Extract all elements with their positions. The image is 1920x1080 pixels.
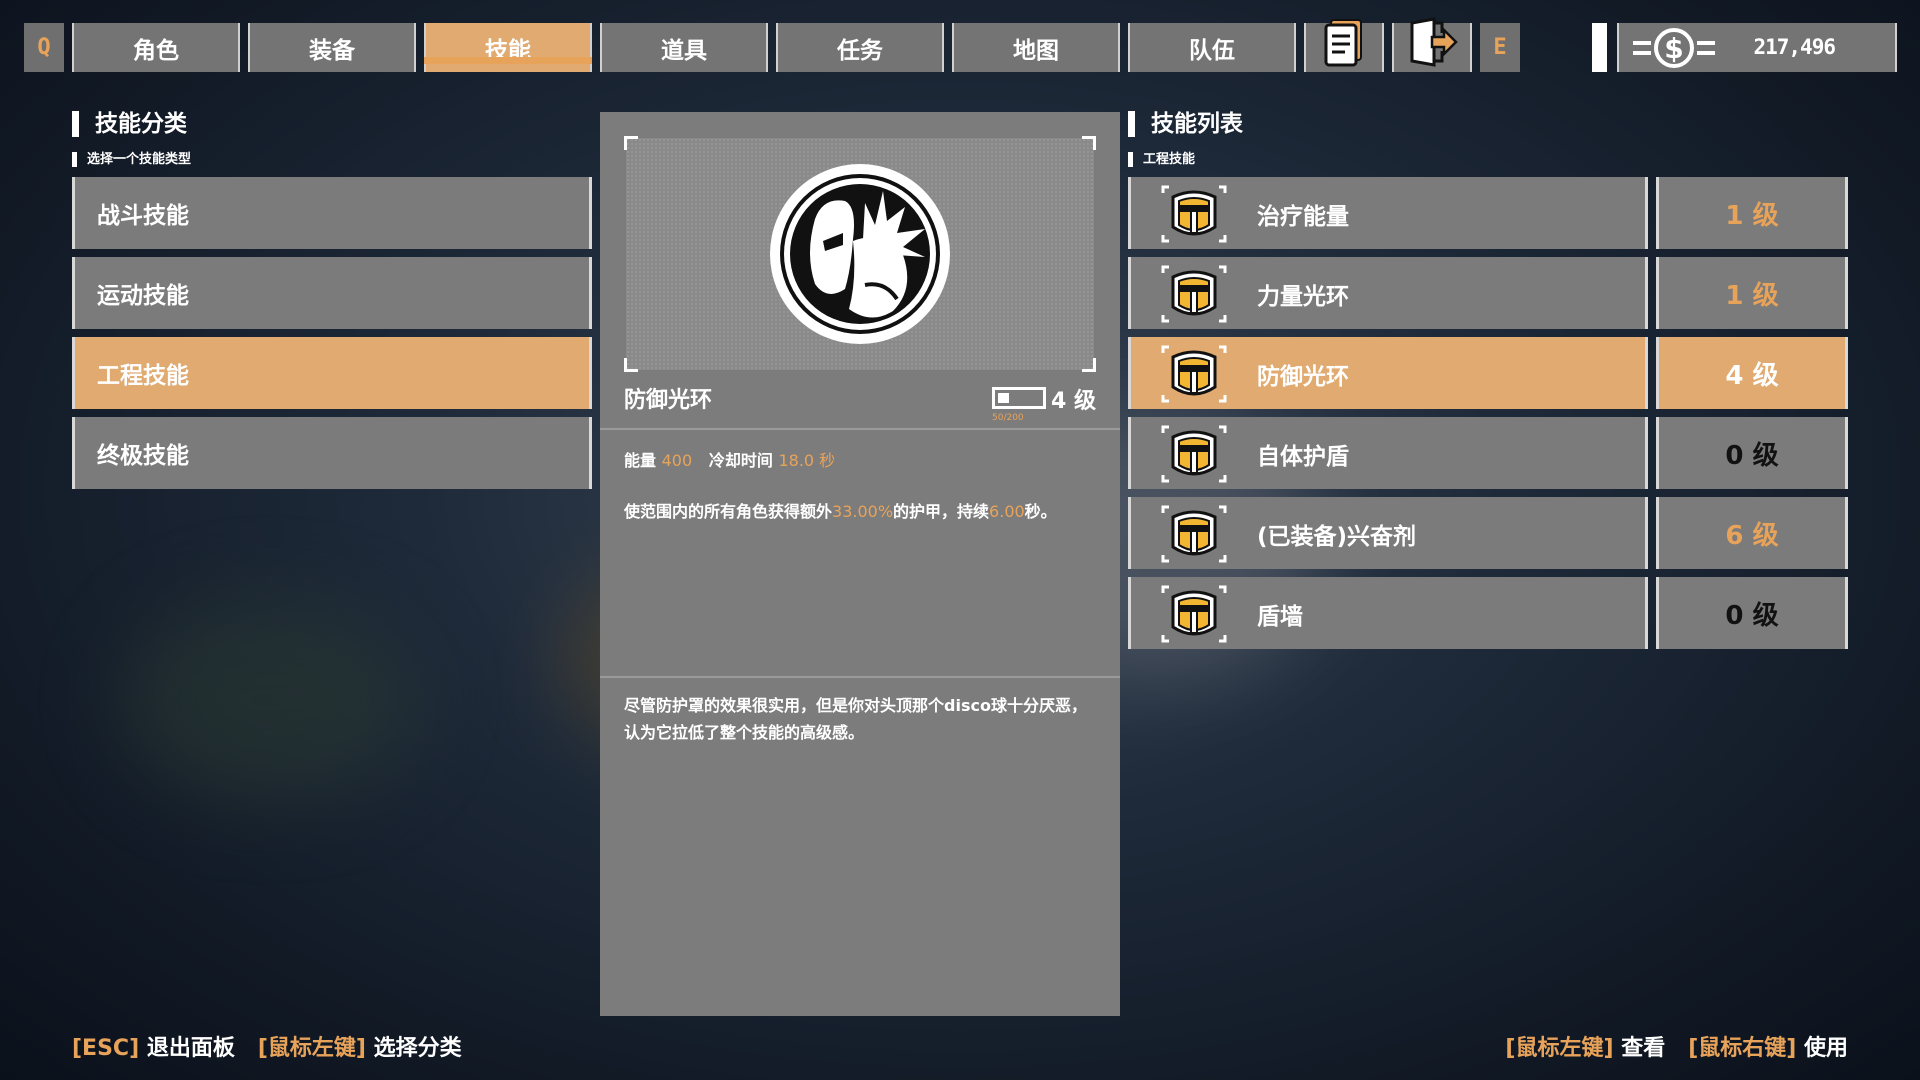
hint-text: 查看 — [1621, 1036, 1666, 1061]
tab-notes[interactable] — [1304, 18, 1384, 72]
hint-key: [鼠标左键] — [1505, 1036, 1614, 1061]
skill-row[interactable]: 治疗能量 — [1128, 177, 1648, 249]
skill-stats: 能量 400 冷却时间 18.0 秒 — [624, 447, 835, 471]
frame-corner — [624, 358, 638, 372]
exit-door-icon — [1410, 16, 1458, 67]
tab-equipment[interactable]: 装备 — [248, 23, 416, 72]
notes-icon — [1324, 18, 1362, 66]
category-engineering[interactable]: 工程技能 — [72, 337, 592, 409]
money-divider — [1592, 23, 1607, 72]
hint-left: [ESC] 退出面板 [鼠标左键] 选择分类 — [72, 1030, 462, 1062]
defense-aura-icon — [770, 164, 950, 344]
skill-detail-name: 防御光环 — [624, 388, 713, 413]
skill-list-subtitle: 工程技能 — [1128, 152, 1195, 167]
hint-text: 选择分类 — [373, 1036, 462, 1061]
skill-level[interactable]: 0 级 — [1656, 577, 1848, 649]
category-movement[interactable]: 运动技能 — [72, 257, 592, 329]
frame-corner — [1082, 136, 1096, 150]
tab-character[interactable]: 角色 — [72, 23, 240, 72]
money-value: 217,496 — [1753, 35, 1836, 59]
top-nav-bar: Q 角色 装备 技能 道具 任务 地图 队伍 E $ 217,496 — [0, 16, 1920, 73]
hint-key: [鼠标右键] — [1688, 1036, 1797, 1061]
energy-value: 400 — [661, 451, 693, 470]
xp-progress-fill — [998, 393, 1009, 403]
money-display: $ 217,496 — [1617, 23, 1897, 72]
skill-name: 力量光环 — [1257, 284, 1349, 310]
skill-row[interactable]: 盾墙 — [1128, 577, 1648, 649]
skill-level[interactable]: 1 级 — [1656, 177, 1848, 249]
skill-level[interactable]: 0 级 — [1656, 417, 1848, 489]
skill-name: 防御光环 — [1257, 364, 1349, 390]
skill-name: 自体护盾 — [1257, 444, 1349, 470]
skill-level[interactable]: 4 级 — [1656, 337, 1848, 409]
frame-corner — [624, 136, 638, 150]
tab-team[interactable]: 队伍 — [1128, 23, 1296, 72]
skill-detail-level: 4 级 — [1051, 389, 1096, 414]
desc-text: 秒。 — [1024, 502, 1057, 521]
hint-text: 退出面板 — [146, 1036, 235, 1061]
skill-row[interactable]: 自体护盾 — [1128, 417, 1648, 489]
skill-row[interactable]: 防御光环 — [1128, 337, 1648, 409]
skill-name: 治疗能量 — [1257, 204, 1349, 230]
skill-level[interactable]: 6 级 — [1656, 497, 1848, 569]
currency-icon: $ — [1633, 28, 1715, 68]
skill-row[interactable]: 力量光环 — [1128, 257, 1648, 329]
next-tab-key[interactable]: E — [1480, 23, 1520, 72]
hint-key: [鼠标左键] — [257, 1036, 366, 1061]
prev-tab-key[interactable]: Q — [24, 23, 64, 72]
skill-list-title: 技能列表 — [1128, 111, 1243, 137]
tab-quests[interactable]: 任务 — [776, 23, 944, 72]
engineering-skill-icon — [1159, 183, 1229, 245]
engineering-skill-icon — [1159, 423, 1229, 485]
xp-text: 50/200 — [992, 413, 1024, 423]
tab-items[interactable]: 道具 — [600, 23, 768, 72]
hint-key: [ESC] — [72, 1036, 140, 1061]
engineering-skill-icon — [1159, 343, 1229, 405]
desc-duration: 6.00 — [989, 502, 1025, 521]
category-section-subtitle: 选择一个技能类型 — [72, 152, 191, 167]
engineering-skill-icon — [1159, 263, 1229, 325]
desc-text: 的护甲，持续 — [893, 502, 990, 521]
xp-progress-bar — [992, 387, 1046, 409]
tab-exit[interactable] — [1392, 16, 1472, 72]
energy-label: 能量 — [624, 451, 657, 470]
hint-text: 使用 — [1803, 1036, 1848, 1061]
frame-corner — [1082, 358, 1096, 372]
tab-map[interactable]: 地图 — [952, 23, 1120, 72]
hint-right: [鼠标左键] 查看 [鼠标右键] 使用 — [1505, 1030, 1848, 1062]
skill-flavor-text: 尽管防护罩的效果很实用，但是你对头顶那个disco球十分厌恶，认为它拉低了整个技… — [624, 696, 1087, 742]
skill-name: (已装备)兴奋剂 — [1257, 524, 1417, 550]
engineering-skill-icon — [1159, 583, 1229, 645]
skill-description: 使范围内的所有角色获得额外33.00%的护甲，持续6.00秒。 — [624, 500, 1094, 524]
divider — [600, 428, 1120, 430]
cooldown-value: 18.0 秒 — [778, 451, 836, 470]
skill-detail-panel: 防御光环 4 级 50/200 能量 400 冷却时间 18.0 秒 使范围内的… — [600, 112, 1120, 1016]
skill-name: 盾墙 — [1257, 604, 1303, 630]
tab-skills[interactable]: 技能 — [424, 23, 592, 72]
skill-preview — [626, 138, 1094, 370]
category-combat[interactable]: 战斗技能 — [72, 177, 592, 249]
divider — [600, 676, 1120, 678]
svg-text:$: $ — [1664, 32, 1683, 65]
category-section-title: 技能分类 — [72, 111, 187, 137]
skill-level[interactable]: 1 级 — [1656, 257, 1848, 329]
cooldown-label: 冷却时间 — [708, 451, 773, 470]
desc-percent: 33.00% — [832, 502, 894, 521]
active-tab-underline — [424, 57, 592, 64]
desc-text: 使范围内的所有角色获得额外 — [624, 502, 833, 521]
category-ultimate[interactable]: 终极技能 — [72, 417, 592, 489]
skill-row[interactable]: (已装备)兴奋剂 — [1128, 497, 1648, 569]
engineering-skill-icon — [1159, 503, 1229, 565]
